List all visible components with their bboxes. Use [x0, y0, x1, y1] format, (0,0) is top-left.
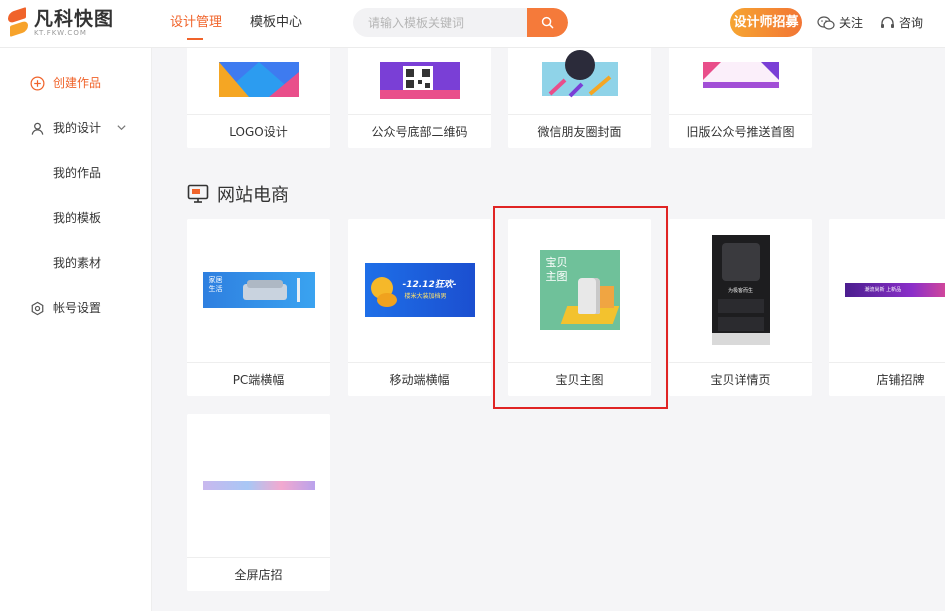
template-card-mobile-banner[interactable]: -12.12狂欢- 楼米大装加档男 移动端横幅	[348, 219, 491, 396]
card-thumbnail: 潮流尚新 上新品	[829, 219, 945, 361]
card-label: 公众号底部二维码	[348, 114, 491, 148]
thumb-text: 为极客而生	[727, 288, 753, 294]
consult-label: 咨询	[899, 16, 924, 30]
sidebar-item-label: 帐号设置	[53, 301, 102, 315]
thumb-text: 家居 生活	[208, 276, 223, 293]
card-label: 店铺招牌	[829, 362, 945, 396]
template-card-moments-cover[interactable]: 微信朋友圈封面	[508, 48, 651, 148]
sidebar-item-create[interactable]: 创建作品	[0, 68, 152, 98]
follow-link[interactable]: 关注	[817, 14, 863, 31]
search-input[interactable]	[353, 8, 526, 37]
template-card-qrcode[interactable]: 公众号底部二维码	[348, 48, 491, 148]
wechat-icon	[817, 15, 835, 30]
nav-design-management[interactable]: 设计管理	[170, 0, 222, 48]
template-card-legacy-push-cover[interactable]: 旧版公众号推送首图	[669, 48, 812, 148]
sidebar: 创建作品 我的设计 我的作品 我的模板 我的素材 帐号设置	[0, 48, 152, 611]
card-label: 移动端横幅	[348, 362, 491, 396]
plus-circle-icon	[29, 75, 45, 91]
template-card-pc-banner[interactable]: 家居 生活 PC端横幅	[187, 219, 330, 396]
sidebar-item-my-materials[interactable]: 我的素材	[0, 248, 152, 278]
designer-recruit-button[interactable]: 设计师招募	[730, 8, 802, 37]
brand-domain: KT.FKW.COM	[34, 28, 87, 37]
thumb-text: -12.12狂欢-	[402, 280, 457, 290]
section-title-text: 网站电商	[217, 185, 289, 206]
template-card-fullscreen-store-sign[interactable]: 全屏店招	[187, 414, 330, 591]
template-card-logo[interactable]: LOGO设计	[187, 48, 330, 148]
search-box	[353, 8, 568, 37]
card-label: 宝贝主图	[508, 362, 651, 396]
sidebar-item-label: 我的素材	[53, 256, 102, 270]
card-thumbnail	[187, 414, 330, 556]
settings-icon	[29, 300, 45, 316]
sidebar-item-my-design[interactable]: 我的设计	[0, 113, 152, 143]
sidebar-item-my-works[interactable]: 我的作品	[0, 158, 152, 188]
card-thumbnail: 为极客而生	[669, 219, 812, 361]
brand-logo[interactable]: 凡科快图 KT.FKW.COM	[6, 7, 115, 38]
search-icon	[541, 16, 554, 29]
card-thumbnail: 家居 生活	[187, 219, 330, 361]
main-content: LOGO设计 公众号底部二维码 微信朋友圈封面 旧版公众号推送首图 网站电商 家…	[152, 48, 945, 611]
user-icon	[29, 120, 45, 136]
section-title: 网站电商	[187, 181, 289, 207]
thumb-subtext: 楼米大装加档男	[404, 293, 447, 300]
sidebar-item-account-settings[interactable]: 帐号设置	[0, 293, 152, 323]
card-label: 旧版公众号推送首图	[669, 114, 812, 148]
card-label: 宝贝详情页	[669, 362, 812, 396]
card-thumbnail: 宝贝主图	[508, 219, 651, 361]
brand-name: 凡科快图	[34, 7, 115, 30]
follow-label: 关注	[839, 16, 864, 30]
nav-template-center[interactable]: 模板中心	[250, 0, 302, 48]
card-label: LOGO设计	[187, 114, 330, 148]
template-card-store-signboard[interactable]: 潮流尚新 上新品 店铺招牌	[829, 219, 945, 396]
logo-icon	[6, 7, 30, 38]
sidebar-item-label: 我的作品	[53, 166, 102, 180]
sidebar-item-label: 我的设计	[53, 121, 102, 135]
template-card-product-detail-page[interactable]: 为极客而生 宝贝详情页	[669, 219, 812, 396]
template-card-product-main-image[interactable]: 宝贝主图 宝贝主图	[508, 219, 651, 396]
consult-link[interactable]: 咨询	[880, 14, 923, 31]
sidebar-item-label: 创建作品	[53, 76, 102, 90]
sidebar-item-label: 我的模板	[53, 211, 102, 225]
card-label: PC端横幅	[187, 362, 330, 396]
top-header: 凡科快图 KT.FKW.COM 设计管理 模板中心 设计师招募 关注 咨询	[0, 0, 945, 48]
card-label: 微信朋友圈封面	[508, 114, 651, 148]
top-nav: 设计管理 模板中心	[170, 0, 330, 48]
thumb-text: 宝贝主图	[545, 256, 568, 283]
card-label: 全屏店招	[187, 557, 330, 591]
card-thumbnail: -12.12狂欢- 楼米大装加档男	[348, 219, 491, 361]
search-button[interactable]	[527, 8, 568, 37]
headset-icon	[881, 16, 894, 28]
thumb-text: 潮流尚新 上新品	[864, 287, 902, 293]
chevron-down-icon	[116, 122, 127, 136]
sidebar-item-my-templates[interactable]: 我的模板	[0, 203, 152, 233]
monitor-icon	[187, 184, 209, 203]
